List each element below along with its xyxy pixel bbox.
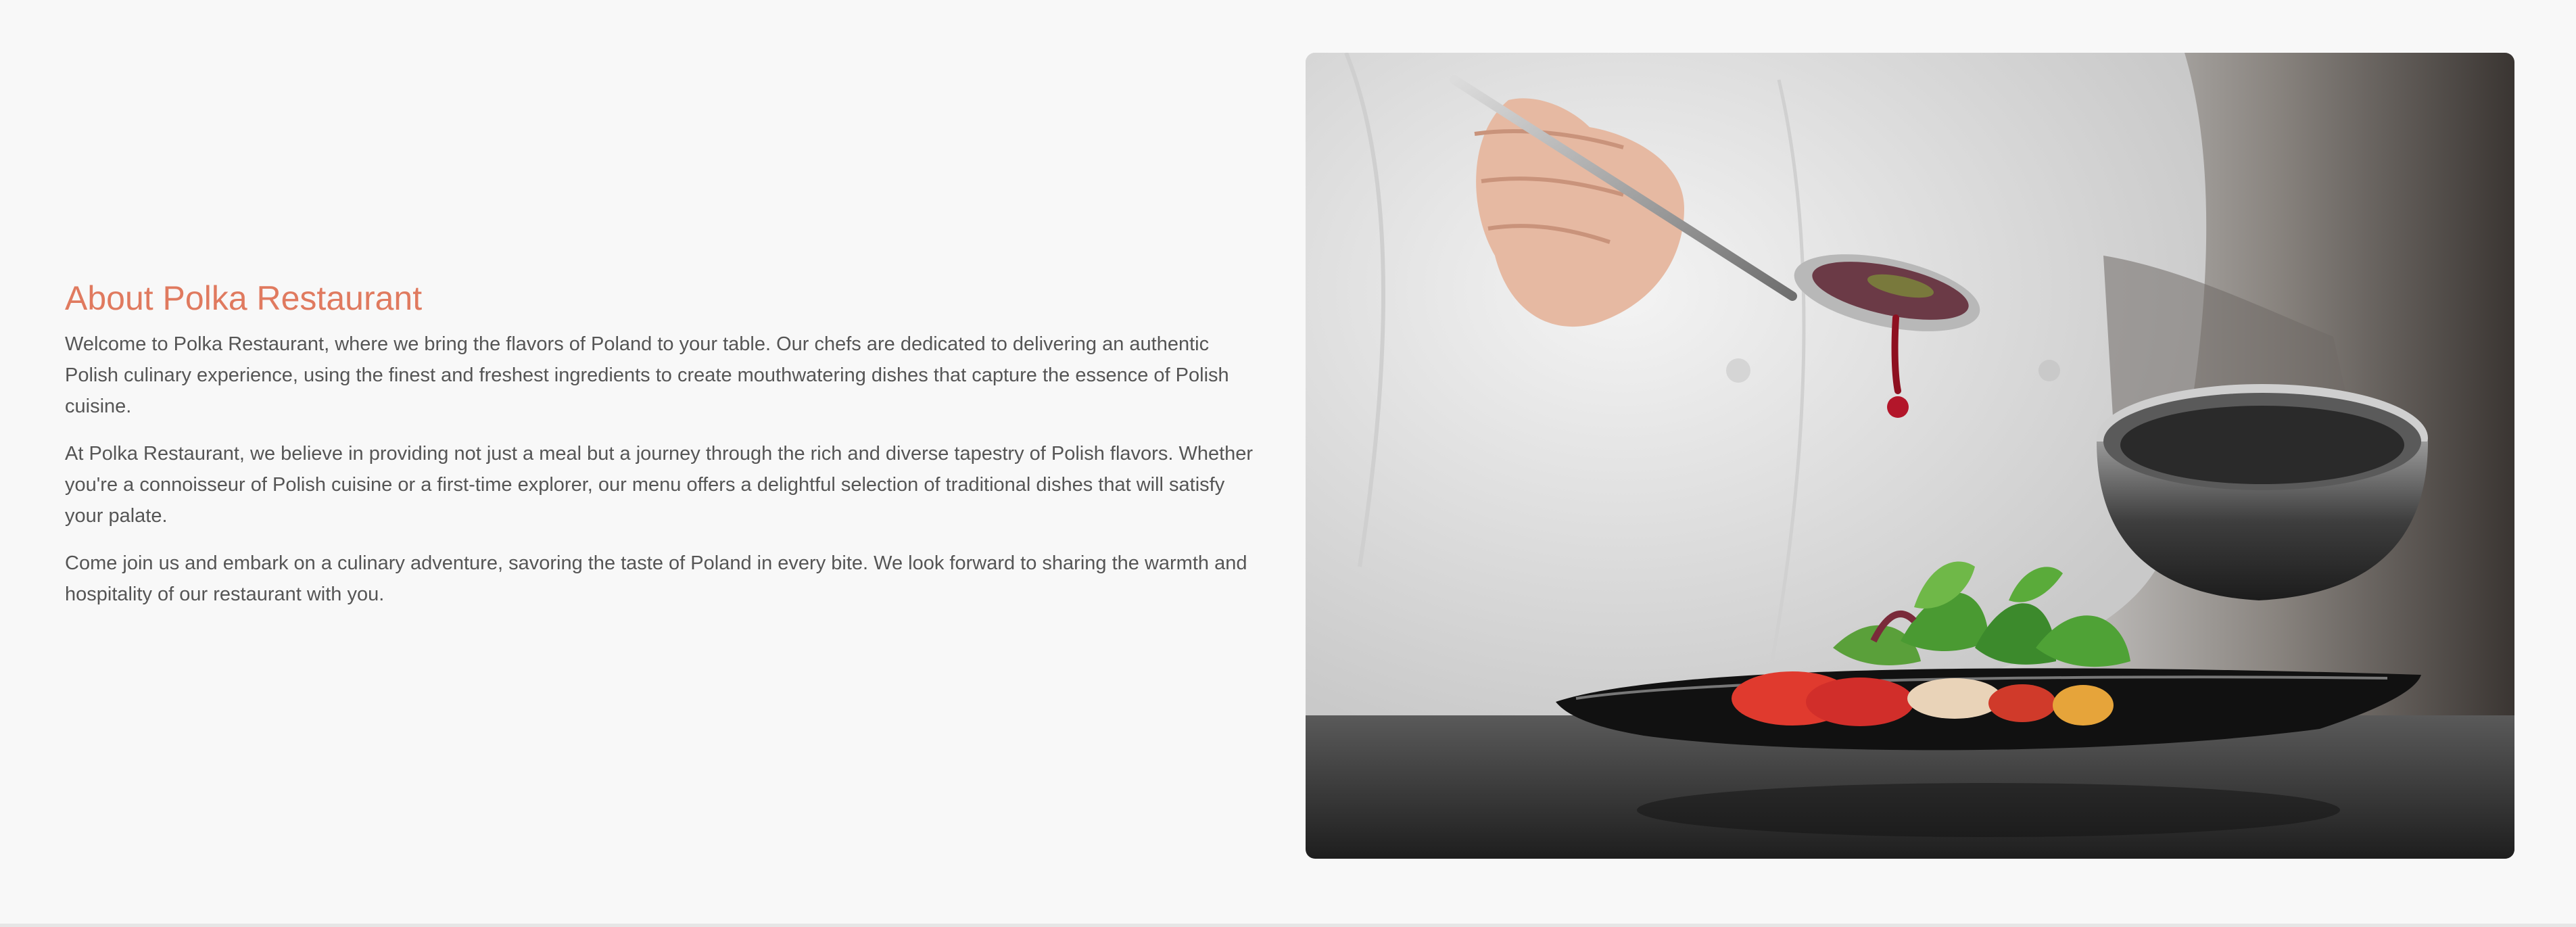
about-paragraph-3: Come join us and embark on a culinary ad… — [65, 552, 1247, 605]
chef-plating-illustration — [1306, 53, 2514, 859]
about-paragraph-1: Welcome to Polka Restaurant, where we br… — [65, 333, 1229, 417]
about-section: About Polka Restaurant Welcome to Polka … — [0, 0, 2576, 927]
about-paragraph-2: At Polka Restaurant, we believe in provi… — [65, 443, 1254, 527]
about-title: About Polka Restaurant — [65, 279, 423, 317]
chef-plating-photo — [1306, 53, 2514, 859]
about-text-column: About Polka Restaurant Welcome to Polka … — [65, 276, 1255, 626]
section-divider — [0, 924, 2576, 927]
